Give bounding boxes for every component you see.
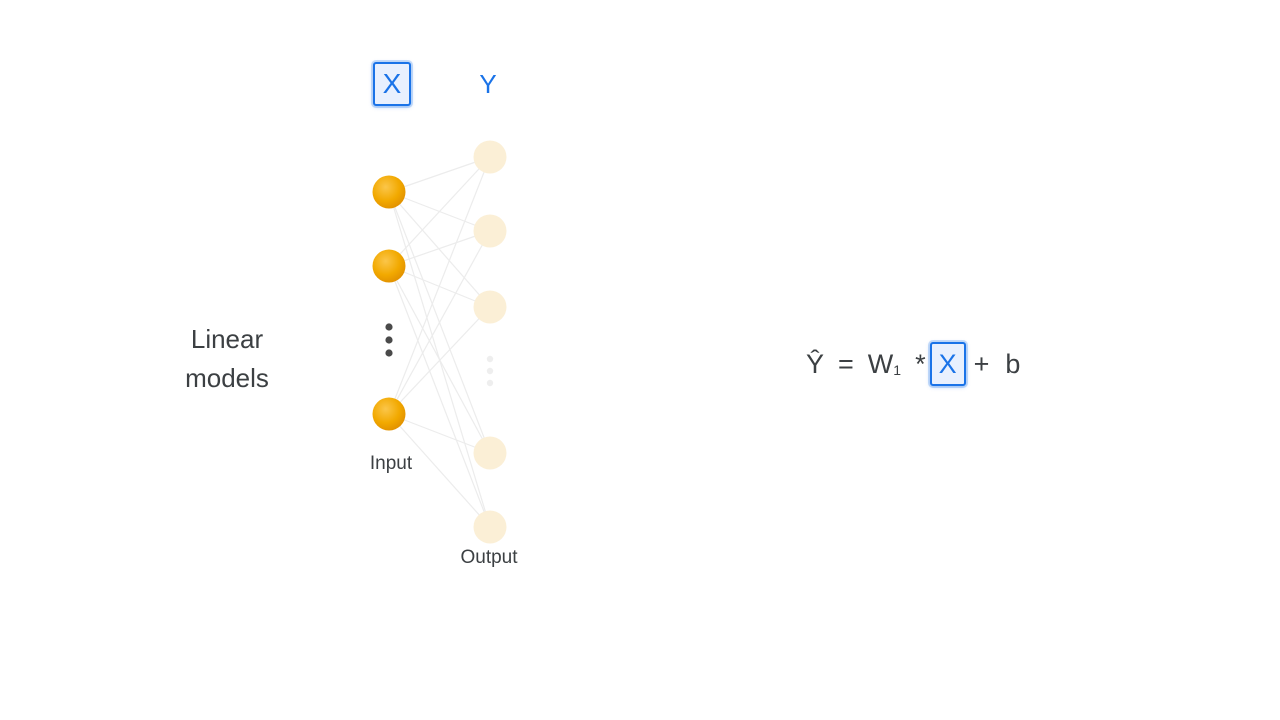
input-node <box>372 397 406 431</box>
output-node <box>473 140 507 174</box>
output-node <box>473 290 507 324</box>
input-ellipsis-dot <box>385 349 393 357</box>
input-node <box>372 175 406 209</box>
output-column-header: Y <box>479 69 497 99</box>
equation-equals: = <box>838 348 854 379</box>
slide-title: Linear models <box>150 320 304 398</box>
output-ellipsis-dot <box>486 355 494 363</box>
equation-weight: W1 <box>868 349 901 380</box>
output-ellipsis-dot <box>486 367 494 375</box>
input-layer-label: Input <box>369 453 413 474</box>
equation-times: * <box>915 348 926 379</box>
output-ellipsis-dot <box>486 379 494 387</box>
equation-input-highlight: X <box>929 342 966 386</box>
title-line-1: Linear <box>190 324 264 354</box>
network-nodes <box>372 140 507 544</box>
equation-weight-subscript: 1 <box>893 361 902 378</box>
title-line-2: models <box>185 363 269 393</box>
connection-line <box>388 265 491 454</box>
linear-model-equation: Ŷ = W1 * X + b <box>806 340 1020 388</box>
output-layer-label: Output <box>460 547 518 568</box>
equation-y-hat: Ŷ <box>806 348 825 379</box>
input-column-header: X <box>373 62 411 106</box>
input-node <box>372 249 406 283</box>
output-node <box>473 510 507 544</box>
output-node <box>473 436 507 470</box>
equation-weight-symbol: W <box>867 348 894 379</box>
equation-plus: + <box>973 348 990 379</box>
input-ellipsis-dot <box>385 336 393 344</box>
output-node <box>473 214 507 248</box>
equation-bias: b <box>1005 348 1021 379</box>
input-ellipsis-dot <box>385 323 393 331</box>
